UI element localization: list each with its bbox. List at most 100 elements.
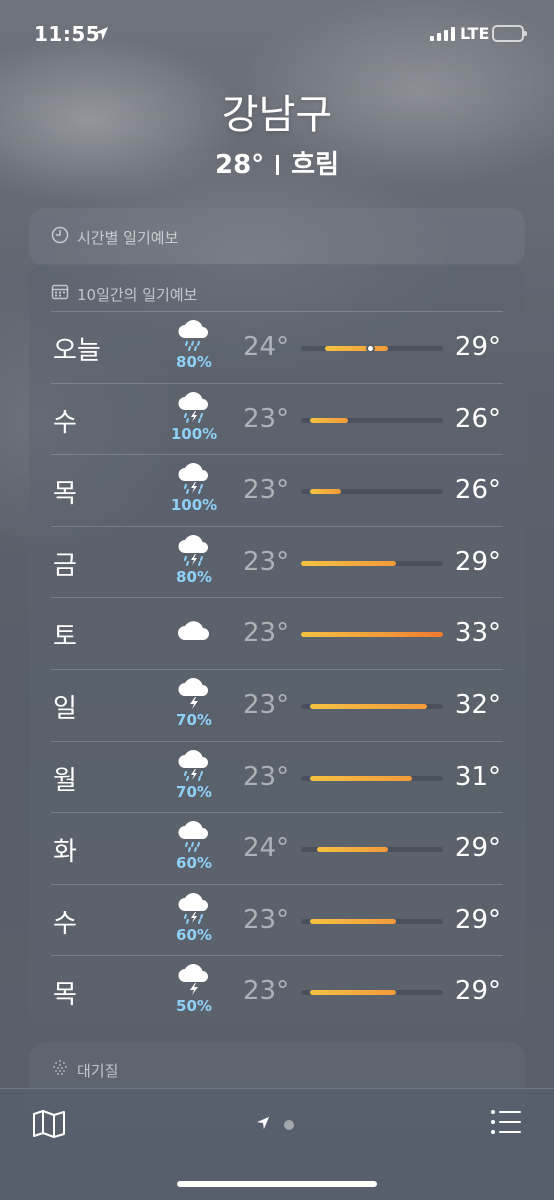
forecast-day: 월 [53,765,77,796]
list-icon[interactable] [490,1109,522,1139]
forecast-row[interactable]: 월 70% 23° 31° [51,740,503,813]
high-temperature: 29° [454,833,501,864]
bottom-toolbar [0,1088,554,1200]
page-indicator[interactable] [256,1115,294,1134]
forecast-row[interactable]: 목 100% 23° 26° [51,454,503,526]
temperature-range-track [301,918,443,924]
forecast-day: 일 [53,693,77,724]
forecast-day: 목 [53,479,77,510]
home-indicator[interactable] [177,1181,377,1187]
separator [276,155,280,175]
air-quality-icon [51,1059,69,1081]
low-temperature: 23° [243,761,290,792]
high-temperature: 29° [454,904,501,935]
temperature-range-track [301,990,443,996]
network-label: LTE [460,24,490,43]
temperature-range-track [301,344,443,353]
temperature-range-bar [309,489,341,495]
current-temperature-dot [366,344,376,353]
temperature-range-track [301,847,443,853]
forecast-day: 수 [53,407,77,438]
ten-day-forecast-title: 10일간의 일기예보 [51,283,197,305]
forecast-row[interactable]: 일 70% 23° 32° [51,668,503,741]
hourly-forecast-title: 시간별 일기예보 [51,226,178,248]
forecast-list: 오늘 80% 24° 29° 수 100% 23° 26° 목 100% 23° 26° 금 80% 23°… [29,311,525,1027]
forecast-condition: 50% [169,964,219,1015]
location-arrow-icon [256,1115,270,1134]
temperature-range-bar [325,346,388,351]
low-temperature: 23° [243,546,290,577]
city-name: 강남구 [221,92,333,138]
battery-icon [492,25,527,42]
high-temperature: 33° [454,618,501,649]
cloud-rain-icon [169,821,219,853]
forecast-day: 화 [53,837,77,868]
temperature-range-track [301,775,443,781]
forecast-condition: 100% [169,391,219,443]
forecast-condition: 70% [169,678,219,729]
forecast-day: 수 [53,908,77,939]
forecast-day: 오늘 [53,336,101,366]
forecast-row[interactable]: 토 23° 33° [51,597,503,669]
forecast-condition: 70% [169,749,219,801]
temperature-range-bar [309,918,397,924]
precipitation-chance: 70% [176,710,212,729]
current-temperature: 28° [214,150,265,180]
air-quality-title: 대기질 [51,1059,118,1081]
hourly-forecast-label: 시간별 일기예보 [77,228,179,247]
temperature-range-track [301,417,443,423]
low-temperature: 23° [243,976,290,1007]
current-conditions: 28° 흐림 [0,144,554,181]
calendar-icon [51,283,69,305]
temperature-range-bar [309,775,412,781]
status-time: 11:55 [34,22,101,46]
forecast-row[interactable]: 수 60% 23° 29° [51,883,503,956]
cloud-thunderstorm-icon [169,678,219,710]
precipitation-chance: 50% [176,997,212,1016]
precipitation-chance: 100% [170,424,218,443]
forecast-condition: 80% [169,320,219,371]
forecast-row[interactable]: 화 60% 24° 29° [51,812,503,884]
low-temperature: 24° [243,833,290,864]
temperature-range-bar [301,632,443,638]
forecast-row[interactable]: 목 50% 23° 29° [51,955,503,1027]
precipitation-chance: 60% [176,925,212,944]
forecast-row[interactable]: 금 80% 23° 29° [51,525,503,598]
high-temperature: 29° [454,332,501,362]
forecast-row[interactable]: 수 100% 23° 26° [51,382,503,455]
page-dot[interactable] [284,1119,294,1130]
forecast-condition: 60% [169,821,219,872]
forecast-day: 금 [53,550,77,581]
precipitation-chance: 60% [176,854,212,873]
temperature-range-bar [309,990,397,996]
ten-day-forecast-card[interactable]: 10일간의 일기예보 오늘 80% 24° 29° 수 100% 23° 26° 목 100% 23… [29,264,525,1025]
forecast-day: 목 [53,980,77,1011]
low-temperature: 24° [243,332,290,362]
cloud-thunderstorm-rain-icon [169,463,219,495]
forecast-condition: 80% [169,534,219,586]
temperature-range-track [301,632,443,638]
cloud-rain-icon [169,320,219,352]
forecast-condition [169,618,219,644]
high-temperature: 32° [454,689,501,720]
air-quality-label: 대기질 [77,1061,119,1080]
forecast-condition: 60% [169,892,219,944]
map-icon[interactable] [32,1109,66,1143]
precipitation-chance: 80% [176,353,212,371]
status-bar: 11:55 LTE [0,22,554,50]
high-temperature: 29° [454,546,501,577]
temperature-range-track [301,489,443,495]
hourly-forecast-card[interactable]: 시간별 일기예보 [29,208,525,266]
cloud-thunderstorm-rain-icon [169,892,219,925]
cloud-thunderstorm-rain-icon [169,534,219,567]
low-temperature: 23° [243,403,290,434]
temperature-range-bar [301,560,397,566]
cloud-thunderstorm-icon [169,964,219,996]
precipitation-chance: 70% [176,782,212,801]
forecast-condition: 100% [169,463,219,514]
signal-icon [430,27,455,41]
ten-day-forecast-label: 10일간의 일기예보 [77,285,198,304]
temperature-range-bar [309,417,348,423]
forecast-row[interactable]: 오늘 80% 24° 29° [51,311,503,383]
cloud-icon [169,618,219,644]
